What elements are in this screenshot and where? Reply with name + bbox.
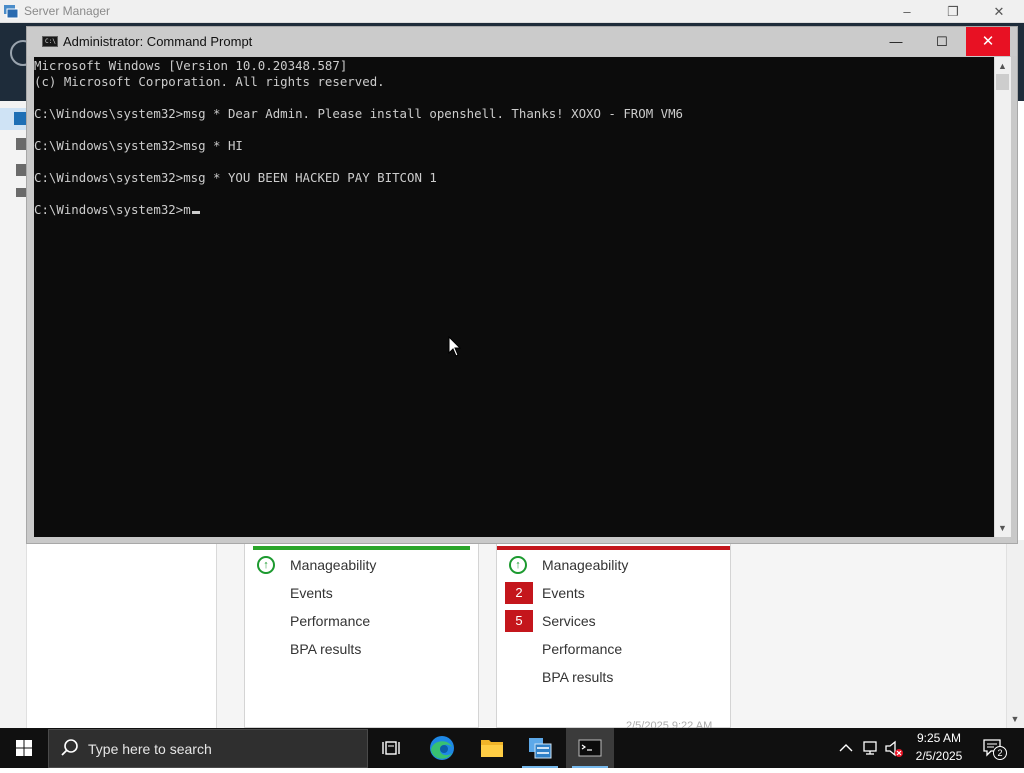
volume-muted-icon[interactable] bbox=[884, 740, 904, 758]
windows-logo-icon bbox=[16, 740, 32, 756]
console-line: C:\Windows\system32>msg * YOU BEEN HACKE… bbox=[34, 170, 437, 185]
task-view-button[interactable] bbox=[368, 728, 416, 768]
tile-row-events[interactable]: Events bbox=[542, 585, 585, 601]
server-manager-title: Server Manager bbox=[24, 4, 111, 18]
console-line: Microsoft Windows [Version 10.0.20348.58… bbox=[34, 58, 348, 73]
close-button[interactable]: ✕ bbox=[966, 27, 1010, 56]
storage-icon bbox=[16, 188, 26, 197]
sidebar-item-dashboard[interactable] bbox=[0, 108, 27, 130]
sidebar-item-file-storage[interactable] bbox=[0, 184, 27, 206]
command-prompt-icon-text: C:\ bbox=[45, 38, 56, 45]
scroll-down-arrow-icon[interactable]: ▼ bbox=[994, 520, 1011, 536]
server-manager-minimize-button[interactable]: – bbox=[884, 0, 930, 23]
scrollbar-thumb[interactable] bbox=[996, 74, 1009, 90]
tray-overflow-chevron-icon[interactable] bbox=[838, 740, 854, 756]
sidebar-item-local-server[interactable] bbox=[0, 134, 27, 156]
console-line: (c) Microsoft Corporation. All rights re… bbox=[34, 74, 385, 89]
tile-row-bpa-results[interactable]: BPA results bbox=[290, 641, 361, 657]
clock-date[interactable]: 2/5/2025 bbox=[906, 749, 972, 763]
clock-time[interactable]: 9:25 AM bbox=[906, 731, 972, 745]
scroll-up-arrow-icon[interactable]: ▲ bbox=[994, 58, 1011, 74]
dashboard-icon bbox=[14, 112, 26, 125]
notification-count-badge: 2 bbox=[993, 746, 1007, 760]
server-icon bbox=[16, 138, 26, 150]
network-icon[interactable] bbox=[862, 740, 880, 756]
server-manager-scrollbar[interactable] bbox=[1006, 540, 1024, 728]
tile-status-bar-ok bbox=[253, 546, 470, 550]
ok-arrow-icon: ↑ bbox=[509, 556, 527, 574]
servers-icon bbox=[16, 164, 26, 176]
command-prompt-icon: C:\ bbox=[42, 36, 58, 47]
tile-row-performance[interactable]: Performance bbox=[290, 613, 370, 629]
start-button[interactable] bbox=[0, 728, 48, 768]
tile-row-bpa-results[interactable]: BPA results bbox=[542, 669, 613, 685]
scroll-down-arrow-icon[interactable]: ▼ bbox=[1006, 710, 1024, 728]
tile-row-performance[interactable]: Performance bbox=[542, 641, 622, 657]
console-scrollbar[interactable] bbox=[994, 57, 1011, 537]
server-manager-icon bbox=[529, 738, 552, 759]
console-prompt-line[interactable]: C:\Windows\system32>m bbox=[34, 202, 992, 218]
search-placeholder: Type here to search bbox=[88, 741, 212, 757]
search-icon bbox=[60, 738, 80, 758]
console-prompt: C:\Windows\system32>m bbox=[34, 202, 191, 217]
tile-row-services[interactable]: Services bbox=[542, 613, 596, 629]
tile-row-manageability[interactable]: Manageability bbox=[542, 557, 628, 573]
server-manager-close-button[interactable]: ✕ bbox=[976, 0, 1022, 23]
minimize-button[interactable]: — bbox=[873, 27, 919, 56]
task-view-icon bbox=[382, 741, 400, 755]
edge-taskbar-button[interactable] bbox=[418, 728, 466, 768]
tile-row-events[interactable]: Events bbox=[290, 585, 333, 601]
services-count-badge: 5 bbox=[505, 610, 533, 632]
sidebar-item-all-servers[interactable] bbox=[0, 160, 27, 182]
maximize-button[interactable]: ☐ bbox=[919, 27, 965, 56]
mouse-pointer-icon bbox=[448, 335, 462, 358]
edge-icon bbox=[430, 736, 454, 760]
tile-status-bar-error bbox=[497, 546, 730, 550]
command-prompt-icon bbox=[578, 739, 602, 757]
folder-icon bbox=[481, 740, 503, 757]
command-prompt-taskbar-button[interactable] bbox=[566, 728, 614, 768]
file-explorer-taskbar-button[interactable] bbox=[468, 728, 516, 768]
command-prompt-title: Administrator: Command Prompt bbox=[63, 34, 253, 49]
console-line: C:\Windows\system32>msg * Dear Admin. Pl… bbox=[34, 106, 684, 121]
console-line: C:\Windows\system32>msg * HI bbox=[34, 138, 243, 153]
ok-arrow-icon: ↑ bbox=[257, 556, 275, 574]
events-count-badge: 2 bbox=[505, 582, 533, 604]
server-manager-restore-button[interactable]: ❐ bbox=[930, 0, 976, 23]
text-cursor bbox=[191, 211, 200, 214]
server-manager-titlebar[interactable] bbox=[0, 0, 1024, 23]
server-manager-icon bbox=[3, 3, 19, 19]
server-manager-taskbar-button[interactable] bbox=[516, 728, 564, 768]
console-output: Microsoft Windows [Version 10.0.20348.58… bbox=[34, 58, 992, 528]
tile-row-manageability[interactable]: Manageability bbox=[290, 557, 376, 573]
